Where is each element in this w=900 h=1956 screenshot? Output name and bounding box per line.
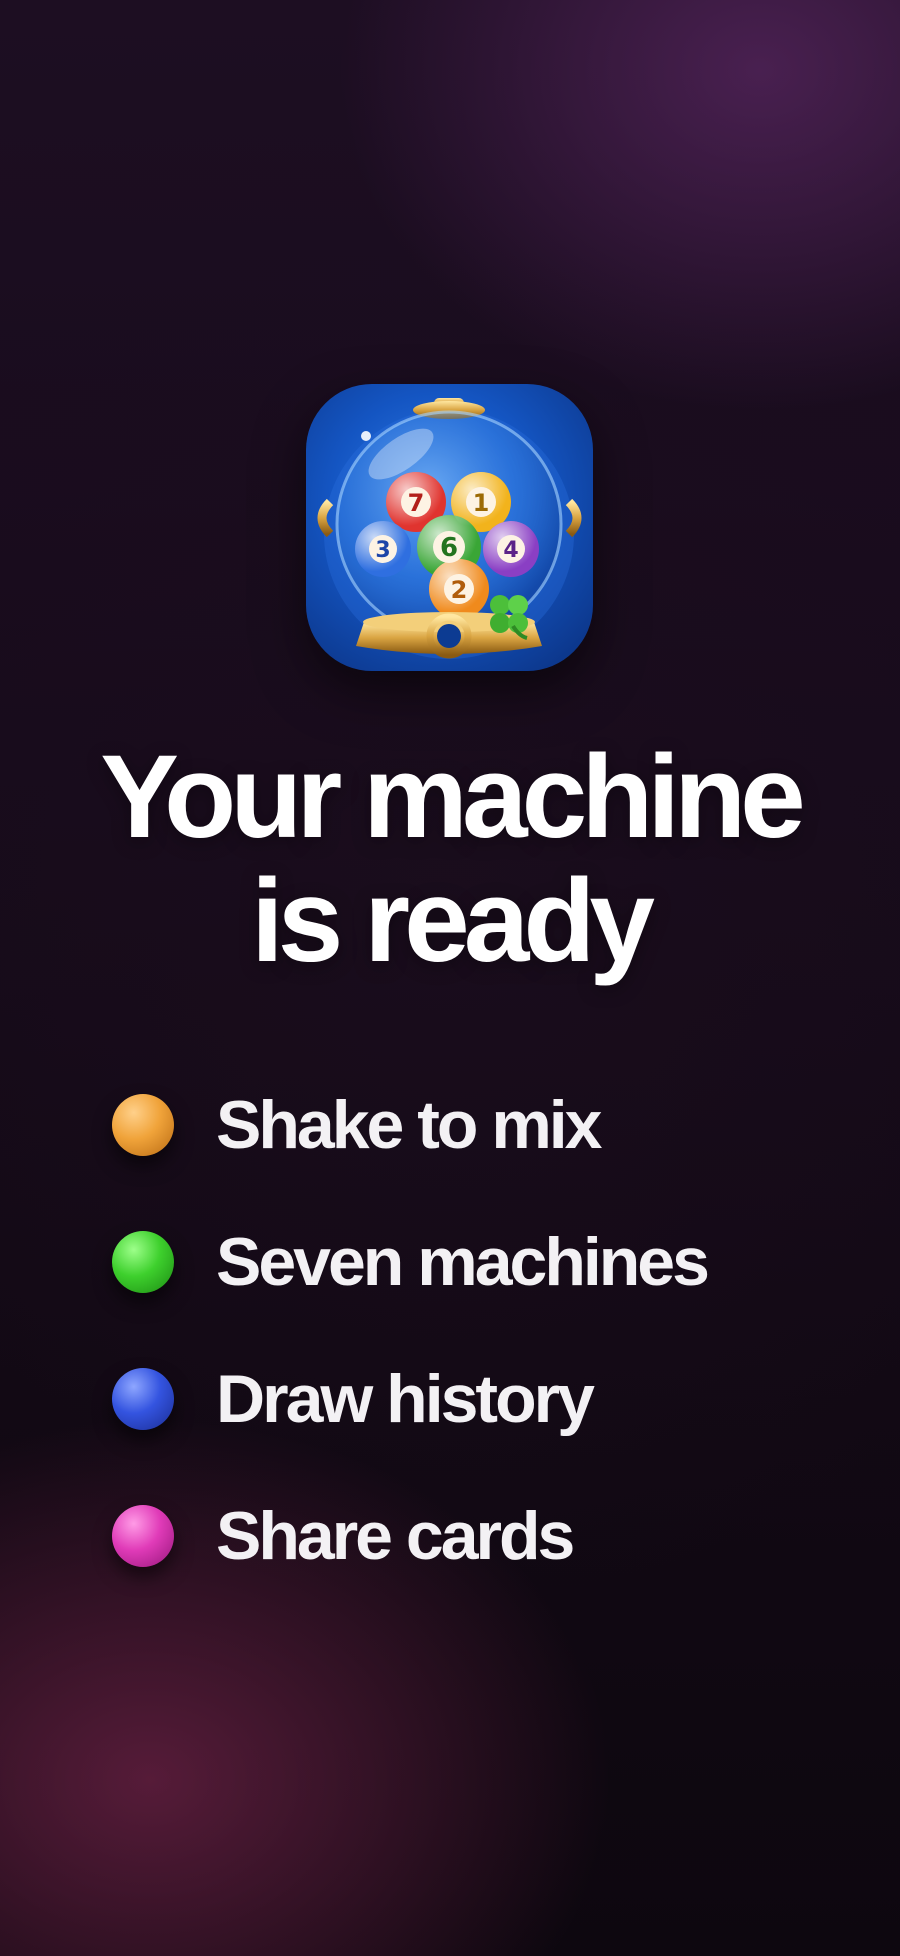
app-icon: 7 1 3 6 4 2 <box>306 384 593 671</box>
ball-number-2: 2 <box>451 576 468 604</box>
feature-item-shake-to-mix: Shake to mix <box>112 1083 832 1166</box>
ball-number-3: 3 <box>375 538 390 563</box>
ball-number-1: 1 <box>473 489 490 517</box>
page-title-line-1: Your machine <box>100 731 806 863</box>
page-title-line-2: is ready <box>250 855 655 987</box>
feature-label: Share cards <box>216 1497 575 1574</box>
gumball-machine-icon: 7 1 3 6 4 2 <box>317 398 582 659</box>
feature-item-seven-machines: Seven machines <box>112 1220 832 1303</box>
ball-number-4: 4 <box>503 538 518 563</box>
onboarding-screen: 7 1 3 6 4 2 Your machine is ready Shake … <box>0 0 900 1956</box>
green-ball-icon <box>112 1230 174 1293</box>
ball-number-7: 7 <box>408 489 425 517</box>
feature-label: Seven machines <box>216 1223 710 1300</box>
orange-ball-icon <box>112 1093 174 1156</box>
page-title: Your machine is ready <box>0 735 900 983</box>
feature-item-share-cards: Share cards <box>112 1494 832 1577</box>
feature-label: Shake to mix <box>216 1086 602 1163</box>
feature-label: Draw history <box>216 1360 595 1437</box>
blue-ball-icon <box>112 1367 174 1430</box>
feature-item-draw-history: Draw history <box>112 1357 832 1440</box>
ball-number-6: 6 <box>440 533 458 563</box>
feature-list: Shake to mix Seven machines Draw history… <box>112 1083 832 1631</box>
pink-ball-icon <box>112 1504 174 1567</box>
